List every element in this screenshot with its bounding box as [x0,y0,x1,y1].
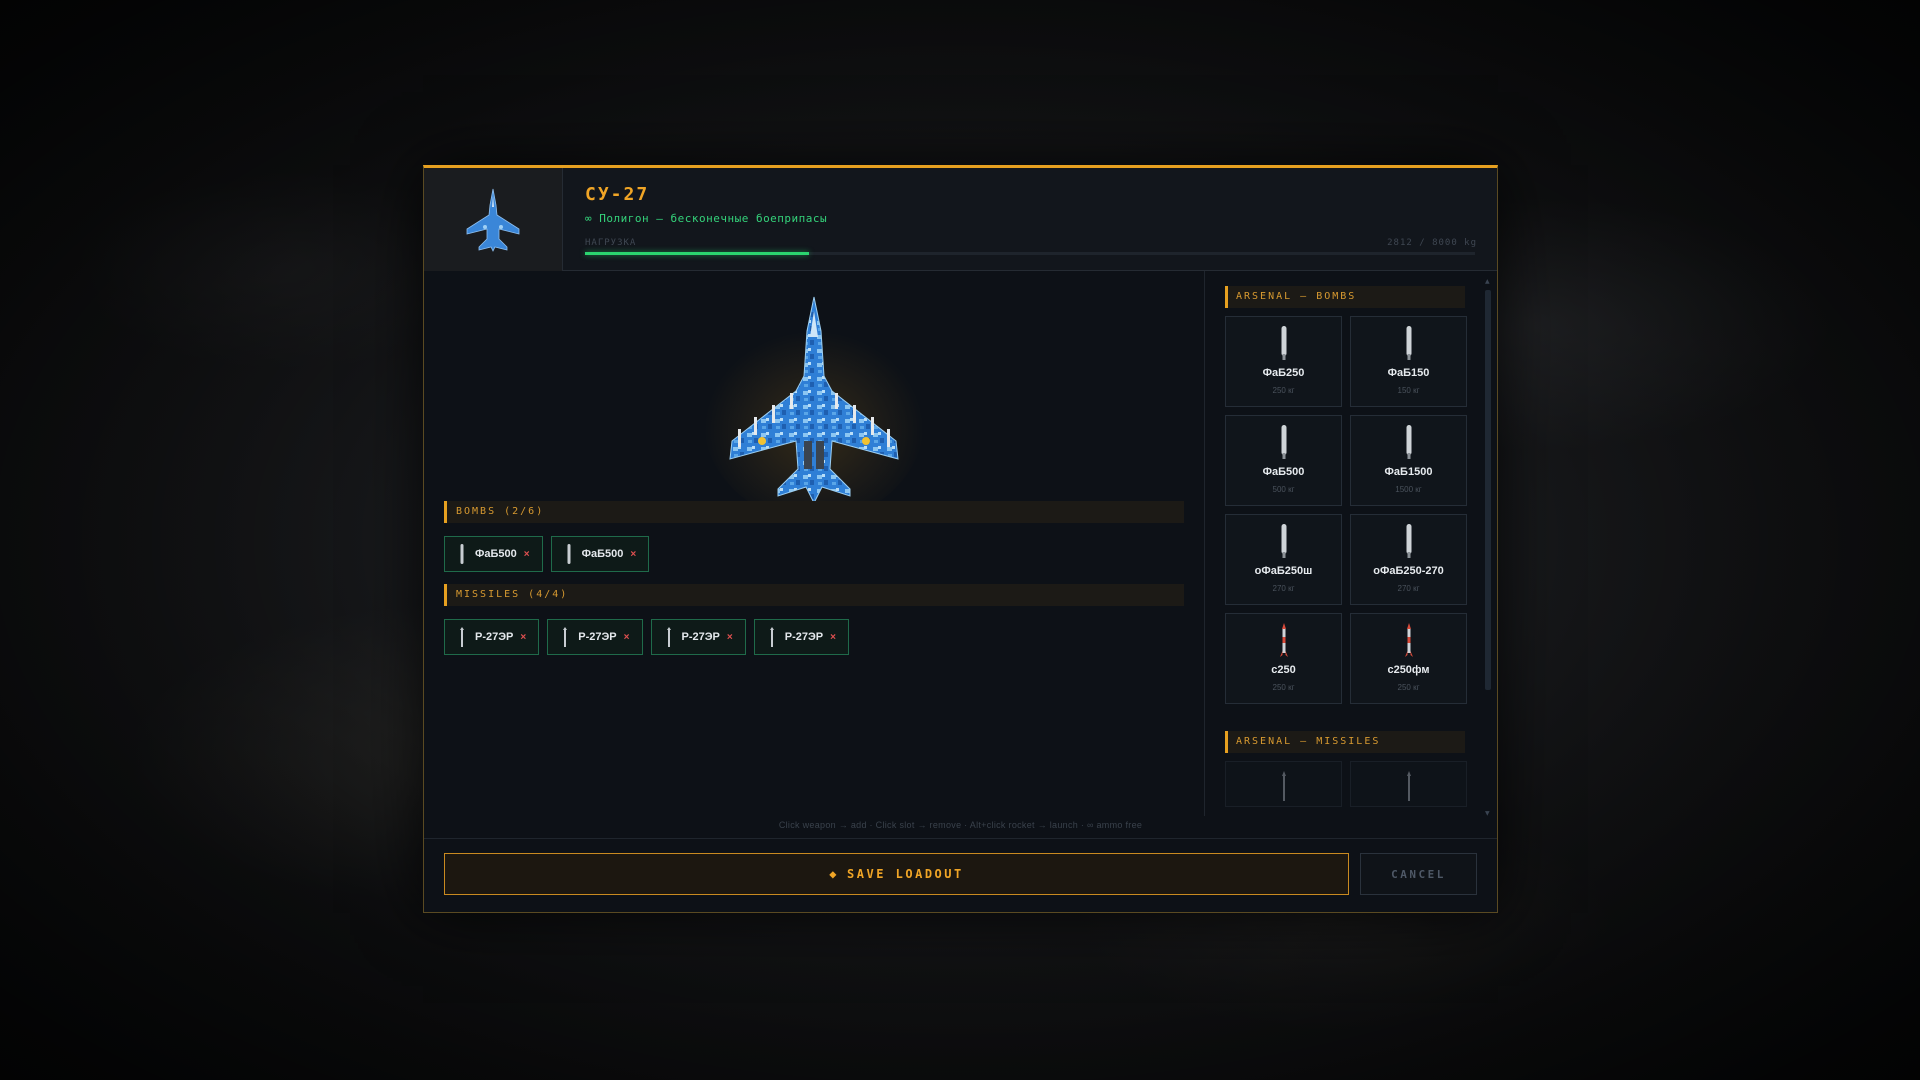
load-value: 2812 / 8000 kg [1387,238,1477,248]
arsenal-bomb-card[interactable]: ФаБ1500 1500 кг [1350,415,1467,506]
missile-icon [563,627,568,647]
load-progress-bar [585,252,1475,255]
missile-slot[interactable]: Р-27ЭР × [444,619,540,655]
missile-slot[interactable]: Р-27ЭР × [753,619,849,655]
bomb-icon [1406,425,1411,459]
bomb-icon [1281,425,1286,459]
scrollbar-thumb[interactable] [1485,290,1491,690]
bomb-icon [1406,326,1411,360]
controls-hint: Click weapon → add · Click slot → remove… [778,820,1143,830]
bomb-slot-label: ФаБ500 [475,548,517,560]
arsenal-item-name: ФаБ500 [1262,466,1305,478]
load-label: НАГРУЗКА [585,238,637,248]
arsenal-bomb-card[interactable]: оФаБ250ш 270 кг [1225,514,1342,605]
arsenal-item-weight: 270 кг [1397,584,1420,593]
arsenal-item-weight: 250 кг [1272,386,1295,395]
arsenal-item-name: оФаБ250-270 [1373,565,1444,577]
rocket-icon [1404,623,1413,657]
save-loadout-label: SAVE LOADOUT [847,867,964,881]
arsenal-missile-card[interactable] [1350,761,1467,807]
arsenal-item-weight: 500 кг [1272,485,1295,494]
arsenal-item-weight: 1500 кг [1395,485,1422,494]
arsenal-item-weight: 150 кг [1397,386,1420,395]
arsenal-bomb-card[interactable]: с250 250 кг [1225,613,1342,704]
arsenal-missile-card[interactable] [1225,761,1342,807]
arsenal-item-weight: 250 кг [1397,683,1420,692]
aircraft-title: СУ-27 [585,184,650,205]
diamond-icon: ◆ [829,867,840,881]
arsenal-bombs-header: ARSENAL – BOMBS [1225,286,1465,308]
arsenal-bomb-card[interactable]: ФаБ150 150 кг [1350,316,1467,407]
bomb-icon [1281,326,1286,360]
rocket-icon [1279,623,1288,657]
load-progress-fill [585,252,809,255]
arsenal-item-weight: 270 кг [1272,584,1295,593]
missile-slot-label: Р-27ЭР [784,631,824,643]
jet-thumbnail-icon [466,188,520,252]
jet-preview-icon [704,296,924,521]
arsenal-item-name: с250 [1271,664,1296,676]
aircraft-thumbnail [424,168,563,271]
scroll-down-icon[interactable]: ▼ [1485,810,1490,817]
arsenal-bomb-card[interactable]: ФаБ250 250 кг [1225,316,1342,407]
arsenal-bomb-card[interactable]: ФаБ500 500 кг [1225,415,1342,506]
scroll-up-icon[interactable]: ▲ [1485,278,1490,285]
missile-icon [460,627,464,647]
arsenal-item-name: оФаБ250ш [1254,565,1313,577]
arsenal-item-name: с250фм [1387,664,1430,676]
remove-icon[interactable]: × [630,549,636,560]
missiles-slot-row: Р-27ЭР × Р-27ЭР × Р-27ЭР × Р-27ЭР × [444,619,849,655]
remove-icon[interactable]: × [830,632,836,643]
dialog-header: СУ-27 ∞ Полигон – бесконечные боеприпасы… [424,168,1497,271]
arsenal-item-name: ФаБ150 [1387,367,1430,379]
arsenal-panel[interactable]: ARSENAL – BOMBS ФаБ250 250 кг ФаБ150 150 кг… [1204,271,1498,816]
dialog-footer: ◆ SAVE LOADOUT CANCEL [424,838,1497,914]
remove-icon[interactable]: × [524,549,530,560]
arsenal-item-weight: 250 кг [1272,683,1295,692]
remove-icon[interactable]: × [624,632,630,643]
bomb-icon [460,544,464,564]
arsenal-scrollbar[interactable]: ▲ ▼ [1483,278,1491,823]
bombs-slot-row: ФаБ500 × ФаБ500 × [444,536,650,572]
missile-slot-label: Р-27ЭР [475,631,514,643]
remove-icon[interactable]: × [520,632,526,643]
bomb-icon [1406,524,1411,558]
missile-slot-label: Р-27ЭР [578,631,617,643]
loadout-dialog: СУ-27 ∞ Полигон – бесконечные боеприпасы… [423,165,1498,913]
mode-subtitle: ∞ Полигон – бесконечные боеприпасы [585,212,828,225]
save-loadout-button[interactable]: ◆ SAVE LOADOUT [444,853,1349,895]
arsenal-item-name: ФаБ250 [1262,367,1305,379]
missile-slot[interactable]: Р-27ЭР × [650,619,746,655]
arsenal-bombs-grid: ФаБ250 250 кг ФаБ150 150 кг ФаБ500 500 кг ФаБ1… [1225,316,1467,704]
arsenal-item-name: ФаБ1500 [1384,466,1433,478]
missile-slot[interactable]: Р-27ЭР × [547,619,643,655]
bomb-slot[interactable]: ФаБ500 × [444,536,543,572]
cancel-button[interactable]: CANCEL [1360,853,1477,895]
bomb-slot-label: ФаБ500 [581,548,624,560]
arsenal-missiles-grid [1225,761,1467,807]
bomb-icon [567,544,571,564]
arsenal-bomb-card[interactable]: с250фм 250 кг [1350,613,1467,704]
aircraft-preview [704,291,924,521]
missile-slot-label: Р-27ЭР [681,631,720,643]
arsenal-missiles-header: ARSENAL – MISSILES [1225,731,1465,753]
missile-icon [769,627,774,647]
bombs-section-header: BOMBS (2/6) [444,501,1184,523]
missiles-section-header: MISSILES (4/4) [444,584,1184,606]
bomb-icon [1281,524,1286,558]
arsenal-bomb-card[interactable]: оФаБ250-270 270 кг [1350,514,1467,605]
remove-icon[interactable]: × [727,632,733,643]
missile-icon [1281,771,1286,801]
missile-icon [1406,771,1411,801]
missile-icon [666,627,671,647]
loadout-panel: BOMBS (2/6) ФаБ500 × ФаБ500 × MISSILES (… [424,271,1204,821]
bomb-slot[interactable]: ФаБ500 × [550,536,650,572]
